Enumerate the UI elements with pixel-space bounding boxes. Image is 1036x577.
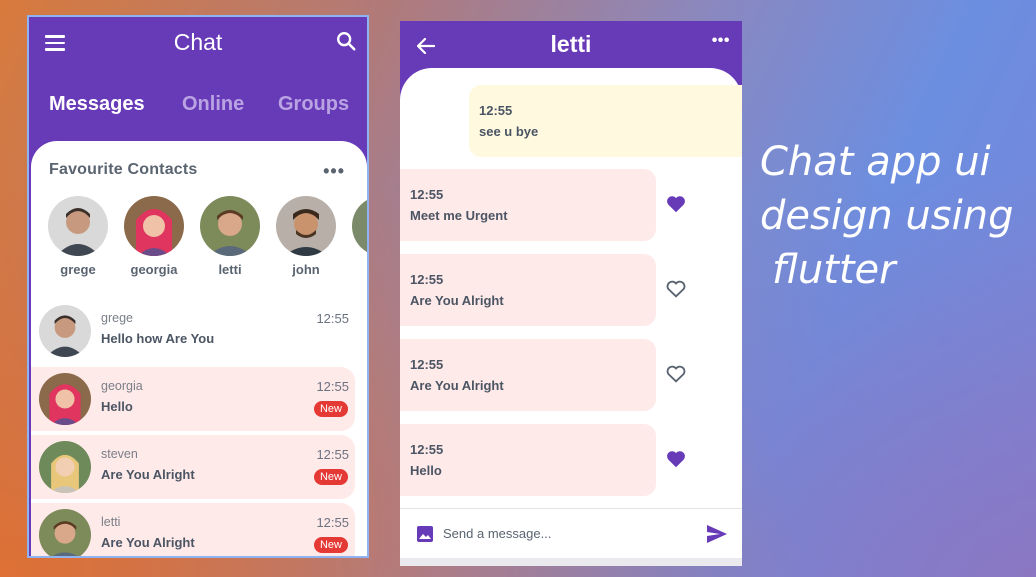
avatar	[39, 509, 91, 556]
search-icon[interactable]	[335, 30, 357, 52]
favourite-name: grege	[60, 262, 96, 277]
message-input[interactable]: Send a message...	[443, 526, 551, 541]
chat-time: 12:55	[316, 379, 349, 394]
sent-message[interactable]: 12:55 see u bye	[469, 85, 742, 157]
new-badge: New	[313, 537, 348, 553]
new-badge: New	[313, 401, 348, 417]
favourite-name: georgia	[130, 262, 178, 277]
favourite-name: john	[292, 262, 320, 277]
more-options-icon[interactable]: •••	[712, 32, 730, 50]
message-text: Hello	[410, 463, 442, 478]
chat-preview: Are You Alright	[101, 467, 195, 482]
message-text: Are You Alright	[410, 293, 504, 308]
heart-outline-icon[interactable]	[665, 278, 687, 300]
chat-row[interactable]: grege Hello how Are You 12:55	[31, 299, 355, 363]
chat-preview: Hello how Are You	[101, 331, 215, 346]
chat-time: 12:55	[316, 447, 349, 462]
message-text: see u bye	[479, 124, 539, 139]
caption-line: flutter	[772, 247, 896, 293]
favourites-heading: Favourite Contacts	[49, 161, 198, 178]
avatar	[352, 196, 367, 256]
favourite-contact[interactable]: st	[352, 196, 367, 277]
caption: Chat app ui design using flutter	[760, 135, 1030, 297]
received-message[interactable]: 12:55 Hello	[400, 424, 656, 496]
app-bar: Chat	[29, 17, 367, 71]
avatar	[48, 196, 108, 256]
messages-panel: 12:55 see u bye 12:55 Meet me Urgent 12:…	[400, 68, 742, 566]
bottom-bar	[400, 558, 742, 566]
received-message[interactable]: 12:55 Meet me Urgent	[400, 169, 656, 241]
avatar	[200, 196, 260, 256]
heart-filled-icon[interactable]	[665, 448, 687, 470]
image-icon[interactable]	[416, 525, 434, 543]
heart-filled-icon[interactable]	[665, 193, 687, 215]
chat-preview: Are You Alright	[101, 535, 195, 550]
chat-preview: Hello	[101, 399, 133, 414]
caption-line: design using	[760, 193, 1014, 239]
chat-time: 12:55	[316, 311, 349, 326]
avatar	[39, 373, 91, 425]
category-tabs: Messages Online Groups	[29, 71, 367, 141]
message-text: Are You Alright	[410, 378, 504, 393]
caption-line: Chat app ui	[760, 139, 991, 185]
message-time: 12:55	[410, 272, 444, 287]
message-time: 12:55	[410, 357, 444, 372]
favourite-name: st	[352, 262, 367, 277]
avatar	[276, 196, 336, 256]
chat-name: letti	[101, 515, 121, 529]
content-panel: Favourite Contacts ••• grege georgia let…	[31, 141, 367, 556]
chat-row[interactable]: letti Are You Alright 12:55 New	[31, 503, 355, 556]
message-text: Meet me Urgent	[410, 208, 508, 223]
avatar	[39, 441, 91, 493]
favourite-name: letti	[218, 262, 242, 277]
page-title: Chat	[173, 29, 223, 55]
tab-messages[interactable]: Messages	[49, 93, 145, 116]
send-icon[interactable]	[706, 524, 728, 544]
chat-time: 12:55	[316, 515, 349, 530]
more-options-icon[interactable]: •••	[323, 161, 345, 182]
tab-online[interactable]: Online	[182, 93, 244, 116]
conversation-title: letti	[550, 31, 592, 57]
chat-name: georgia	[101, 379, 143, 393]
tab-groups[interactable]: Groups	[278, 93, 349, 116]
received-message[interactable]: 12:55 Are You Alright	[400, 254, 656, 326]
favourite-contact[interactable]: john	[276, 196, 336, 277]
favourite-contact[interactable]: letti	[200, 196, 260, 277]
favourite-contact[interactable]: georgia	[124, 196, 184, 277]
chat-list-screen: Chat Messages Online Groups Favourite Co…	[27, 15, 369, 558]
avatar	[39, 305, 91, 357]
favourite-contacts: grege georgia letti john	[48, 196, 367, 286]
chat-name: steven	[101, 447, 138, 461]
avatar	[124, 196, 184, 256]
received-message[interactable]: 12:55 Are You Alright	[400, 339, 656, 411]
message-time: 12:55	[479, 103, 513, 118]
chat-row[interactable]: georgia Hello 12:55 New	[31, 367, 355, 431]
message-time: 12:55	[410, 187, 444, 202]
chat-row[interactable]: steven Are You Alright 12:55 New	[31, 435, 355, 499]
chat-name: grege	[101, 311, 133, 325]
conversation-screen: letti ••• 12:55 see u bye 12:55 Meet me …	[400, 21, 742, 566]
new-badge: New	[313, 469, 348, 485]
favourite-contact[interactable]: grege	[48, 196, 108, 277]
message-time: 12:55	[410, 442, 444, 457]
message-composer: Send a message...	[400, 508, 742, 558]
heart-outline-icon[interactable]	[665, 363, 687, 385]
